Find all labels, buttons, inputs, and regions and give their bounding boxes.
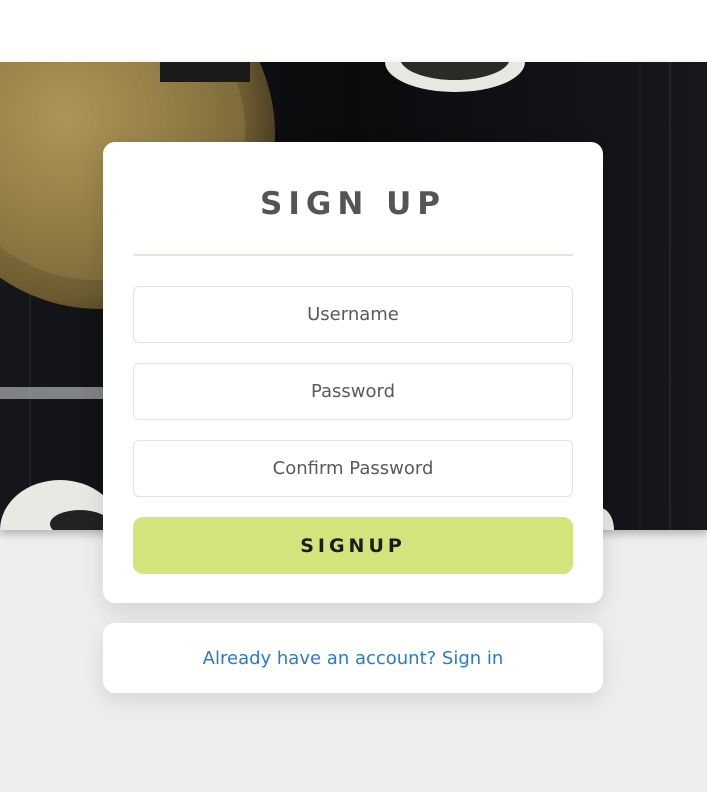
password-input[interactable]	[133, 363, 573, 420]
page-title: SIGN UP	[260, 186, 446, 222]
title-divider	[133, 254, 573, 256]
signin-card: Already have an account? Sign in	[103, 623, 603, 693]
signup-card: SIGN UP SIGNUP	[103, 142, 603, 603]
top-bar	[0, 0, 707, 62]
username-input[interactable]	[133, 286, 573, 343]
confirm-password-input[interactable]	[133, 440, 573, 497]
signin-link[interactable]: Already have an account? Sign in	[203, 648, 504, 669]
signup-button[interactable]: SIGNUP	[133, 517, 573, 574]
